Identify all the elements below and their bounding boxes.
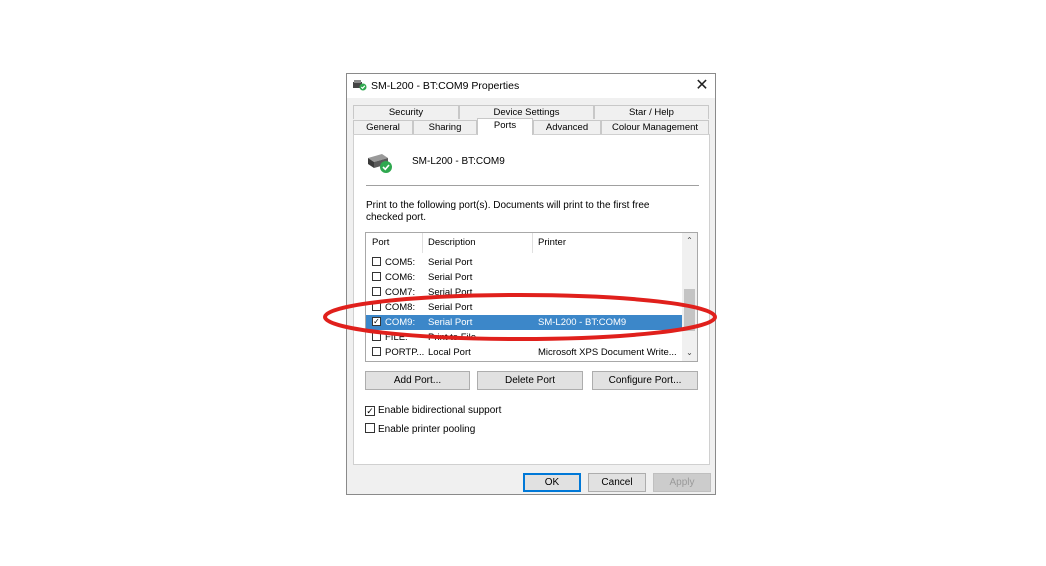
delete-port-button[interactable]: Delete Port [477, 371, 583, 390]
pooling-checkbox[interactable] [365, 423, 375, 433]
red-highlight-ellipse [323, 293, 717, 341]
ok-button[interactable]: OK [523, 473, 581, 492]
port-checkbox[interactable] [372, 257, 381, 266]
port-row[interactable]: COM6: Serial Port [366, 270, 682, 285]
window-title: SM-L200 - BT:COM9 Properties [371, 80, 520, 92]
column-header-printer[interactable]: Printer [538, 233, 566, 253]
tab-security[interactable]: Security [353, 105, 459, 119]
port-description: Serial Port [428, 257, 473, 268]
printer-app-icon [353, 80, 367, 91]
port-name: COM5: [385, 257, 416, 268]
port-description: Local Port [428, 347, 471, 358]
tab-general[interactable]: General [353, 120, 413, 134]
bidirectional-support-option[interactable]: ✓ Enable bidirectional support [365, 405, 501, 416]
scroll-up-icon[interactable]: ⌃ [682, 234, 697, 248]
printer-check-icon [368, 154, 392, 173]
instructions-line-2: checked port. [366, 212, 427, 223]
tab-ports[interactable]: Ports [477, 118, 533, 135]
close-icon[interactable]: ✕ [691, 76, 713, 96]
port-row[interactable]: PORTP... Local Port Microsoft XPS Docume… [366, 345, 682, 360]
tab-advanced[interactable]: Advanced [533, 120, 601, 134]
printer-properties-dialog: SM-L200 - BT:COM9 Properties ✕ Security … [346, 73, 716, 495]
add-port-button[interactable]: Add Port... [365, 371, 470, 390]
port-name: PORTP... [385, 347, 425, 358]
cancel-button[interactable]: Cancel [588, 473, 646, 492]
apply-button[interactable]: Apply [653, 473, 711, 492]
printer-name: SM-L200 - BT:COM9 [412, 156, 505, 167]
port-row[interactable]: COM5: Serial Port [366, 255, 682, 270]
tab-sharing[interactable]: Sharing [413, 120, 477, 134]
printer-pooling-option[interactable]: Enable printer pooling [365, 423, 475, 435]
bidirectional-label: Enable bidirectional support [378, 405, 502, 416]
port-description: Serial Port [428, 272, 473, 283]
port-printer: Microsoft XPS Document Write... [538, 347, 677, 358]
tab-device-settings[interactable]: Device Settings [459, 105, 594, 119]
column-header-description[interactable]: Description [428, 233, 476, 253]
column-header-port[interactable]: Port [372, 233, 389, 253]
column-divider[interactable] [422, 233, 423, 253]
bidirectional-checkbox[interactable]: ✓ [365, 406, 375, 416]
instructions-line-1: Print to the following port(s). Document… [366, 200, 650, 211]
scroll-down-icon[interactable]: ⌄ [682, 346, 697, 360]
port-name: COM6: [385, 272, 416, 283]
port-instructions: Print to the following port(s). Document… [366, 200, 666, 224]
tab-star-help[interactable]: Star / Help [594, 105, 709, 119]
title-bar: SM-L200 - BT:COM9 Properties ✕ [347, 74, 715, 98]
separator [366, 185, 699, 186]
port-checkbox[interactable] [372, 272, 381, 281]
tab-colour-management[interactable]: Colour Management [601, 120, 709, 134]
pooling-label: Enable printer pooling [378, 424, 476, 435]
configure-port-button[interactable]: Configure Port... [592, 371, 698, 390]
column-divider[interactable] [532, 233, 533, 253]
port-checkbox[interactable] [372, 347, 381, 356]
